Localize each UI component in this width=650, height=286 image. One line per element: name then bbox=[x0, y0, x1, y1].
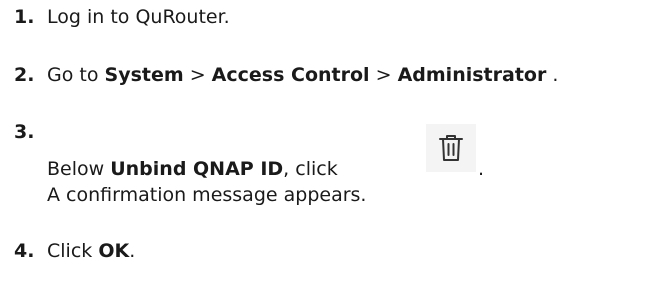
step-text-prefix: Below bbox=[47, 158, 111, 180]
step-3-line-2: A confirmation message appears. bbox=[47, 184, 366, 206]
step-number: 2. bbox=[14, 64, 35, 86]
unbind-qnap-id-label: Unbind QNAP ID bbox=[110, 158, 284, 180]
trash-icon bbox=[426, 124, 476, 172]
step-text-suffix: . bbox=[129, 240, 136, 262]
menu-system: System bbox=[104, 64, 184, 86]
trash-icon-glyph bbox=[439, 135, 463, 161]
step-3: 3. bbox=[14, 121, 47, 143]
step-3-suffix: . bbox=[478, 158, 484, 180]
menu-access-control: Access Control bbox=[211, 64, 370, 86]
separator: > bbox=[369, 64, 398, 86]
step-4: 4. Click OK. bbox=[14, 240, 135, 262]
step-1: 1. Log in to QuRouter. bbox=[14, 6, 230, 28]
step-3-line-1: Below Unbind QNAP ID, click bbox=[47, 158, 344, 180]
menu-administrator: Administrator bbox=[397, 64, 547, 86]
step-text-prefix: Click bbox=[47, 240, 99, 262]
confirmation-text: A confirmation message appears. bbox=[47, 184, 367, 206]
step-2: 2. Go to System > Access Control > Admini… bbox=[14, 64, 558, 86]
step-text-suffix: . bbox=[546, 64, 559, 86]
step-text: Log in to QuRouter. bbox=[47, 6, 230, 28]
step-number: 1. bbox=[14, 6, 35, 28]
step-text-mid: , click bbox=[283, 158, 344, 180]
separator: > bbox=[183, 64, 212, 86]
ok-label: OK bbox=[98, 240, 130, 262]
step-number: 4. bbox=[14, 240, 35, 262]
step-text-prefix: Go to bbox=[47, 64, 105, 86]
step-number: 3. bbox=[14, 121, 35, 143]
step-text-suffix: . bbox=[478, 158, 485, 180]
